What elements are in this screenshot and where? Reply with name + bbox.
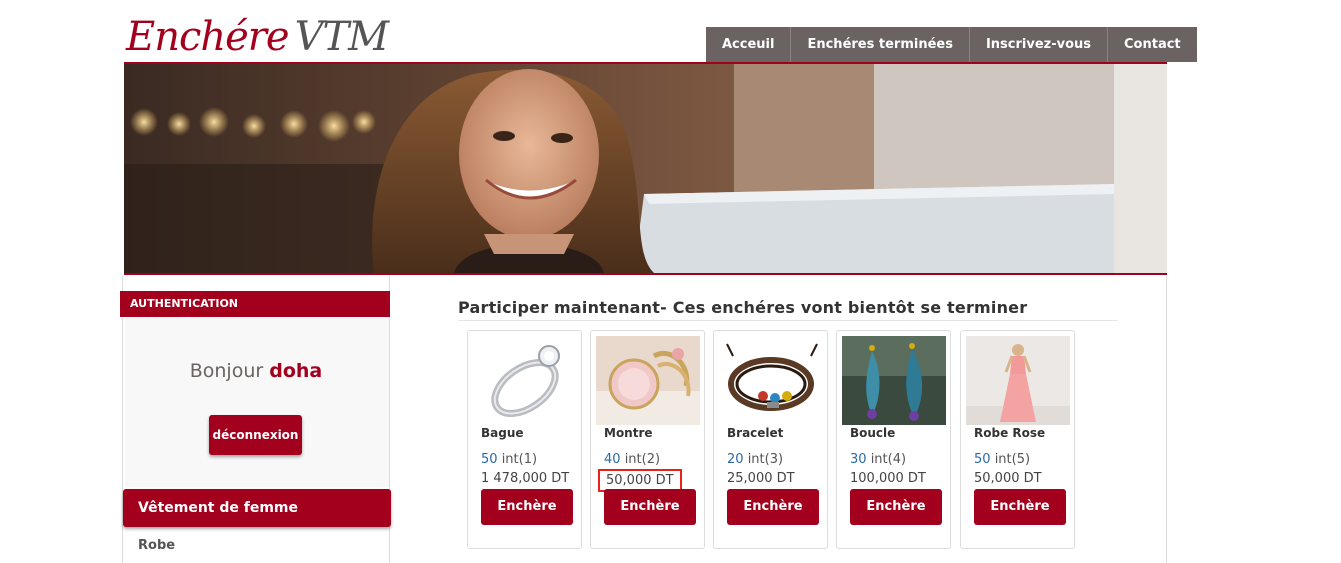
product-card-boucle: Boucle 30 int(4) 100,000 DT Enchère: [836, 330, 951, 549]
auth-panel-title: AUTHENTICATION: [120, 291, 390, 317]
greeting-text: Bonjour doha: [123, 360, 389, 382]
bid-button[interactable]: Enchère: [604, 489, 696, 525]
bid-button[interactable]: Enchère: [727, 489, 819, 525]
product-price: 50,000 DT: [974, 471, 1042, 486]
hero-banner-image: [124, 64, 1167, 273]
product-price: 1 478,000 DT: [481, 471, 570, 486]
category-header[interactable]: Vêtement de femme: [123, 489, 391, 527]
bid-button[interactable]: Enchère: [481, 489, 573, 525]
product-card-robe-rose: Robe Rose 50 int(5) 50,000 DT Enchère: [960, 330, 1075, 549]
logo-secondary-text: VTM: [294, 14, 390, 60]
bid-value: 50: [974, 452, 991, 467]
bid-label: int(2): [624, 452, 661, 467]
dress-image[interactable]: [966, 336, 1070, 425]
nav-item-accueil[interactable]: Acceuil: [706, 27, 792, 62]
product-name: Bracelet: [727, 426, 784, 440]
logout-button[interactable]: déconnexion: [209, 415, 302, 455]
site-logo[interactable]: Enchére VTM: [126, 12, 390, 62]
bid-label: int(3): [747, 452, 784, 467]
bracelet-image[interactable]: [719, 336, 823, 425]
section-title: Participer maintenant- Ces enchéres vont…: [458, 298, 1028, 317]
bid-count: 50 int(1): [481, 452, 537, 467]
product-name: Robe Rose: [974, 426, 1046, 440]
product-name: Boucle: [850, 426, 896, 440]
product-name: Montre: [604, 426, 653, 440]
nav-item-encheres-terminees[interactable]: Enchéres terminées: [791, 27, 970, 62]
bid-value: 30: [850, 452, 867, 467]
bid-value: 50: [481, 452, 498, 467]
bid-label: int(1): [501, 452, 538, 467]
category-item-robe[interactable]: Robe: [138, 538, 175, 553]
product-card-bague: Bague 50 int(1) 1 478,000 DT Enchère: [467, 330, 582, 549]
product-card-montre: Montre 40 int(2) 50,000 DT Enchère: [590, 330, 705, 549]
logo-main-text: Enchére: [126, 14, 290, 60]
username: doha: [269, 360, 323, 382]
bid-label: int(5): [994, 452, 1031, 467]
product-name: Bague: [481, 426, 524, 440]
bid-value: 40: [604, 452, 621, 467]
bid-value: 20: [727, 452, 744, 467]
auth-panel: [125, 317, 389, 487]
nav-item-inscrivez-vous[interactable]: Inscrivez-vous: [970, 27, 1109, 62]
ring-image[interactable]: [473, 336, 577, 425]
earring-image[interactable]: [842, 336, 946, 425]
main-content: Participer maintenant- Ces enchéres vont…: [391, 276, 1167, 563]
bid-count: 40 int(2): [604, 452, 660, 467]
bid-count: 20 int(3): [727, 452, 783, 467]
watch-image[interactable]: [596, 336, 700, 425]
product-price: 25,000 DT: [727, 471, 795, 486]
bid-button[interactable]: Enchère: [850, 489, 942, 525]
greeting-label: Bonjour: [189, 360, 264, 382]
main-nav: Acceuil Enchéres terminées Inscrivez-vou…: [706, 27, 1197, 62]
hero-divider: [124, 273, 1167, 275]
bid-button[interactable]: Enchère: [974, 489, 1066, 525]
product-price: 100,000 DT: [850, 471, 926, 486]
bid-count: 30 int(4): [850, 452, 906, 467]
bid-label: int(4): [870, 452, 907, 467]
bid-count: 50 int(5): [974, 452, 1030, 467]
section-divider: [458, 320, 1118, 321]
nav-item-contact[interactable]: Contact: [1108, 27, 1197, 62]
sidebar: AUTHENTICATION Bonjour doha déconnexion …: [120, 276, 391, 563]
product-card-bracelet: Bracelet 20 int(3) 25,000 DT Enchère: [713, 330, 828, 549]
